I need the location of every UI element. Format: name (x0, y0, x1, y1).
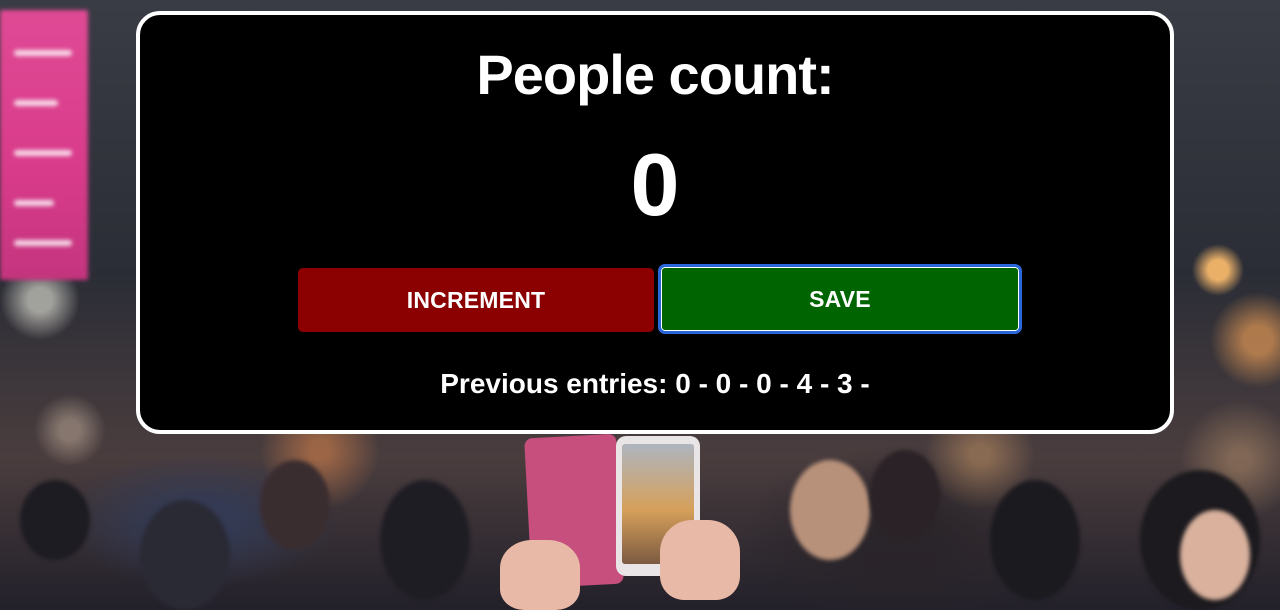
increment-button[interactable]: INCREMENT (298, 268, 654, 332)
count-display: 0 (630, 135, 680, 234)
previous-entries: Previous entries: 0 - 0 - 0 - 4 - 3 - (440, 368, 870, 399)
counter-panel: People count: 0 INCREMENT SAVE Previous … (136, 11, 1174, 434)
neon-sign (0, 10, 88, 280)
save-button[interactable]: SAVE (658, 264, 1022, 334)
page-title: People count: (476, 43, 834, 106)
